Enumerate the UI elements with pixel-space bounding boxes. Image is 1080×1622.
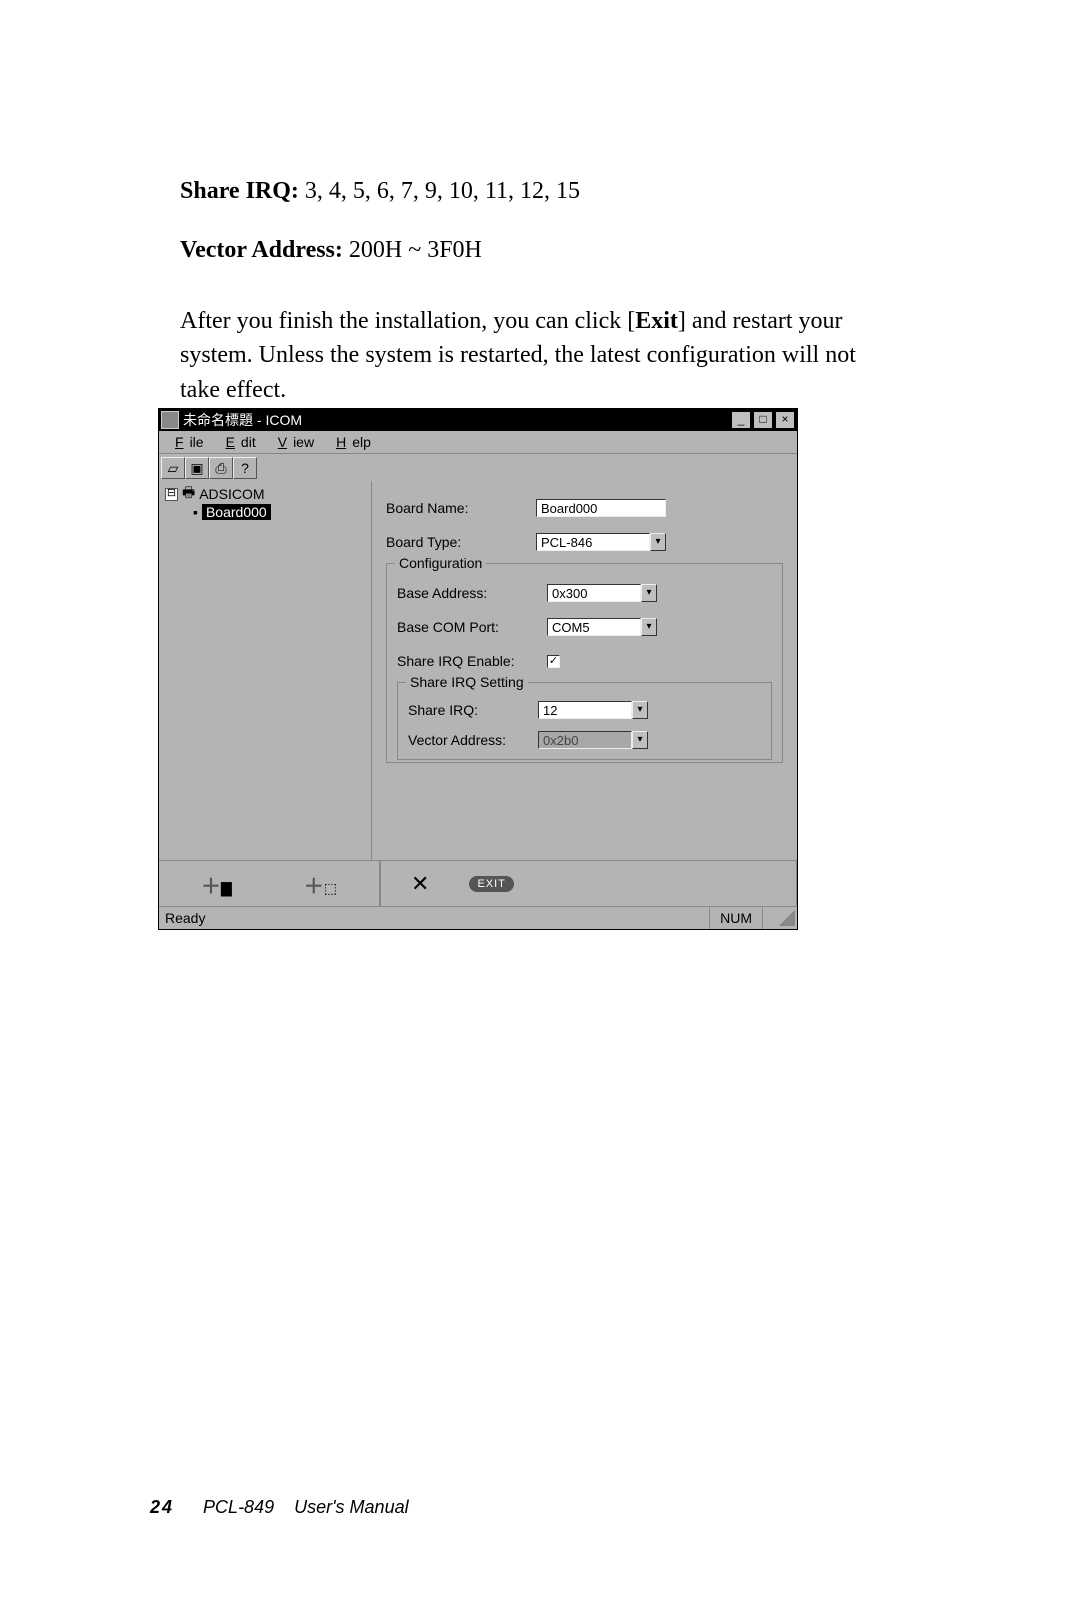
bottom-toolbar: ＋▇ ＋⬚ ✕ EXIT (159, 860, 797, 907)
main-area: ⊟ 🖶 ADSICOM ▪ Board000 Board Name: Board… (159, 481, 797, 861)
add-port-button[interactable]: ＋⬚ (304, 870, 337, 899)
maximize-button[interactable]: □ (753, 411, 773, 429)
chevron-down-icon[interactable]: ▾ (650, 533, 666, 551)
bottom-right-cell: ✕ EXIT (381, 861, 797, 907)
board-name-input[interactable]: Board000 (536, 499, 666, 517)
tree-expander-icon[interactable]: ⊟ (165, 488, 178, 501)
menu-help[interactable]: Help (324, 434, 377, 450)
chevron-down-icon[interactable]: ▾ (641, 584, 657, 602)
share-irq-setting-legend: Share IRQ Setting (406, 674, 528, 690)
base-address-combo[interactable]: 0x300 ▾ (547, 584, 657, 602)
menu-file[interactable]: File (163, 434, 210, 450)
share-irq-line: Share IRQ: 3, 4, 5, 6, 7, 9, 10, 11, 12,… (180, 174, 900, 209)
toolbar: ▱ ▣ ⎙ ? (159, 454, 797, 483)
instruction-paragraph: After you finish the installation, you c… (180, 304, 900, 408)
delete-button[interactable]: ✕ (411, 871, 429, 897)
plus-icon: ＋ (201, 876, 221, 898)
base-com-row: Base COM Port: COM5 ▾ (397, 612, 772, 642)
help-icon[interactable]: ? (233, 457, 257, 479)
status-empty (762, 907, 775, 929)
board-icon: ▪ (193, 504, 198, 520)
board-name-label: Board Name: (386, 500, 536, 516)
bottom-left-cell: ＋▇ ＋⬚ (159, 861, 381, 907)
resize-grip-icon[interactable] (779, 910, 795, 926)
menu-bar: File Edit View Help (159, 431, 797, 454)
base-address-row: Base Address: 0x300 ▾ (397, 578, 772, 608)
share-irq-combo[interactable]: 12 ▾ (538, 701, 648, 719)
base-address-label: Base Address: (397, 585, 547, 601)
minimize-button[interactable]: _ (731, 411, 751, 429)
new-file-icon[interactable]: ▱ (161, 457, 185, 479)
configuration-legend: Configuration (395, 555, 486, 571)
share-irq-enable-row: Share IRQ Enable: ✓ (397, 646, 772, 676)
tree-root-row[interactable]: ⊟ 🖶 ADSICOM (165, 485, 365, 503)
share-irq-label: Share IRQ: (180, 178, 305, 204)
vector-address-combo[interactable]: 0x2b0 ▾ (538, 731, 648, 749)
chevron-down-icon[interactable]: ▾ (632, 701, 648, 719)
share-irq-field-label: Share IRQ: (408, 702, 538, 718)
vector-values: 200H ~ 3F0H (349, 237, 482, 263)
vector-address-row: Vector Address: 0x2b0 ▾ (408, 727, 761, 753)
tree-root-label: ADSICOM (199, 486, 264, 502)
para-pre: After you finish the installation, you c… (180, 308, 635, 334)
board-type-label: Board Type: (386, 534, 536, 550)
page-footer: 24 PCL-849 User's Manual (150, 1497, 409, 1518)
app-icon (161, 411, 179, 429)
footer-model: PCL-849 (203, 1497, 274, 1517)
menu-view[interactable]: View (266, 434, 320, 450)
para-bold: Exit (635, 308, 678, 334)
share-irq-row: Share IRQ: 12 ▾ (408, 697, 761, 723)
base-com-combo[interactable]: COM5 ▾ (547, 618, 657, 636)
share-irq-enable-label: Share IRQ Enable: (397, 653, 547, 669)
title-bar: 未命名標題 - ICOM _ □ × (159, 409, 797, 431)
footer-title: User's Manual (294, 1497, 408, 1517)
status-num: NUM (709, 907, 762, 929)
board-type-row: Board Type: PCL-846 ▾ (386, 527, 783, 557)
share-irq-enable-checkbox[interactable]: ✓ (547, 655, 560, 668)
add-board-button[interactable]: ＋▇ (201, 870, 232, 899)
tree-child-label: Board000 (202, 504, 271, 520)
configuration-group: Configuration Base Address: 0x300 ▾ Base… (386, 563, 783, 763)
base-com-label: Base COM Port: (397, 619, 547, 635)
chevron-down-icon[interactable]: ▾ (632, 731, 648, 749)
save-icon[interactable]: ▣ (185, 457, 209, 479)
board-name-row: Board Name: Board000 (386, 493, 783, 523)
share-irq-values: 3, 4, 5, 6, 7, 9, 10, 11, 12, 15 (305, 178, 580, 204)
app-window: 未命名標題 - ICOM _ □ × File Edit View Help ▱… (158, 408, 798, 930)
plus-icon: ＋ (304, 876, 324, 898)
share-irq-setting-group: Share IRQ Setting Share IRQ: 12 ▾ Vector… (397, 682, 772, 760)
form-pane: Board Name: Board000 Board Type: PCL-846… (372, 481, 797, 861)
tree-pane: ⊟ 🖶 ADSICOM ▪ Board000 (159, 481, 372, 861)
document-page: Share IRQ: 3, 4, 5, 6, 7, 9, 10, 11, 12,… (0, 0, 1080, 1622)
body-text-block: Share IRQ: 3, 4, 5, 6, 7, 9, 10, 11, 12,… (180, 150, 900, 432)
vector-address-field-label: Vector Address: (408, 732, 538, 748)
vector-label: Vector Address: (180, 237, 349, 263)
window-title: 未命名標題 - ICOM (183, 410, 729, 430)
device-icon: 🖶 (182, 482, 195, 506)
menu-edit[interactable]: Edit (214, 434, 262, 450)
close-button[interactable]: × (775, 411, 795, 429)
page-number: 24 (150, 1497, 174, 1517)
status-ready: Ready (159, 910, 709, 926)
print-icon[interactable]: ⎙ (209, 457, 233, 479)
board-type-combo[interactable]: PCL-846 ▾ (536, 533, 666, 551)
vector-line: Vector Address: 200H ~ 3F0H (180, 233, 900, 268)
chevron-down-icon[interactable]: ▾ (641, 618, 657, 636)
exit-button[interactable]: EXIT (469, 876, 513, 892)
status-bar: Ready NUM (159, 906, 797, 929)
tree-child-row[interactable]: ▪ Board000 (165, 503, 365, 521)
